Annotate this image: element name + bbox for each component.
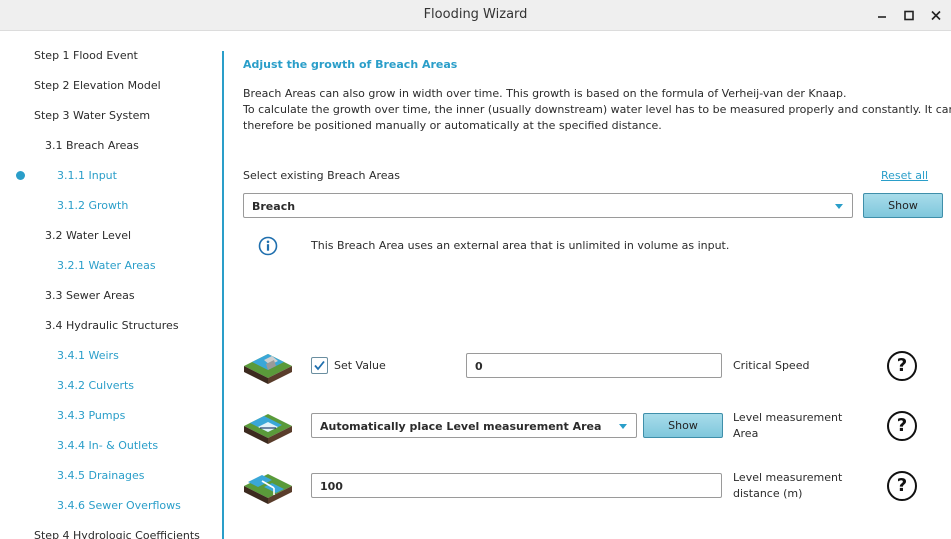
sidebar-item-sewer-overflows[interactable]: 3.4.6 Sewer Overflows (57, 499, 181, 512)
help-level-area-button[interactable]: ? (887, 411, 917, 441)
sidebar-divider (222, 51, 224, 539)
breach-area-select-value: Breach (252, 200, 296, 213)
checkmark-icon (314, 360, 325, 371)
sidebar-item-step1[interactable]: Step 1 Flood Event (34, 49, 138, 62)
level-measurement-area-icon (244, 414, 292, 444)
sidebar-item-breach-areas[interactable]: 3.1 Breach Areas (45, 139, 139, 152)
sidebar-item-pumps[interactable]: 3.4.3 Pumps (57, 409, 125, 422)
sidebar-item-step3[interactable]: Step 3 Water System (34, 109, 150, 122)
sidebar-item-input[interactable]: 3.1.1 Input (57, 169, 117, 182)
description-line-3: therefore be positioned manually or auto… (243, 119, 662, 132)
show-breach-button[interactable]: Show (863, 193, 943, 218)
sidebar-item-step4[interactable]: Step 4 Hydrologic Coefficients (34, 529, 200, 539)
sidebar-item-drainages[interactable]: 3.4.5 Drainages (57, 469, 144, 482)
level-area-mode-select-value: Automatically place Level measurement Ar… (320, 420, 602, 433)
window-title: Flooding Wizard (423, 7, 528, 22)
minimize-icon[interactable] (872, 6, 892, 26)
select-breach-label: Select existing Breach Areas (243, 169, 401, 182)
sidebar-item-growth[interactable]: 3.1.2 Growth (57, 199, 128, 212)
set-value-label: Set Value (334, 359, 386, 372)
level-distance-input[interactable]: 100 (311, 473, 722, 498)
sidebar-item-water-level[interactable]: 3.2 Water Level (45, 229, 131, 242)
sidebar-item-sewer-areas[interactable]: 3.3 Sewer Areas (45, 289, 135, 302)
sidebar-item-hydraulic-structures[interactable]: 3.4 Hydraulic Structures (45, 319, 179, 332)
level-distance-label-line2: distance (m) (733, 487, 803, 500)
set-value-checkbox[interactable] (311, 357, 328, 374)
sidebar-item-step2[interactable]: Step 2 Elevation Model (34, 79, 161, 92)
info-icon (258, 236, 278, 256)
page-title: Adjust the growth of Breach Areas (243, 58, 458, 71)
description-line-1: Breach Areas can also grow in width over… (243, 87, 847, 100)
reset-all-link[interactable]: Reset all (881, 169, 928, 182)
title-bar: Flooding Wizard (0, 0, 951, 31)
description-line-2: To calculate the growth over time, the i… (243, 103, 951, 116)
info-text: This Breach Area uses an external area t… (311, 239, 730, 252)
level-measurement-distance-icon (244, 474, 292, 504)
critical-speed-label: Critical Speed (733, 359, 810, 372)
level-area-label-line1: Level measurement (733, 411, 843, 424)
help-critical-speed-button[interactable]: ? (887, 351, 917, 381)
level-distance-label-line1: Level measurement (733, 471, 843, 484)
critical-speed-input[interactable]: 0 (466, 353, 722, 378)
sidebar-item-culverts[interactable]: 3.4.2 Culverts (57, 379, 134, 392)
breach-growth-icon (244, 354, 292, 384)
maximize-icon[interactable] (899, 6, 919, 26)
level-area-label-line2: Area (733, 427, 759, 440)
help-level-distance-button[interactable]: ? (887, 471, 917, 501)
sidebar-item-water-areas[interactable]: 3.2.1 Water Areas (57, 259, 156, 272)
close-icon[interactable] (926, 6, 946, 26)
breach-area-select[interactable]: Breach (243, 193, 853, 218)
level-area-mode-select[interactable]: Automatically place Level measurement Ar… (311, 413, 637, 438)
active-step-indicator (16, 171, 25, 180)
show-level-area-button[interactable]: Show (643, 413, 723, 438)
chevron-down-icon (619, 424, 627, 429)
sidebar-item-in-outlets[interactable]: 3.4.4 In- & Outlets (57, 439, 158, 452)
chevron-down-icon (835, 204, 843, 209)
sidebar-item-weirs[interactable]: 3.4.1 Weirs (57, 349, 119, 362)
